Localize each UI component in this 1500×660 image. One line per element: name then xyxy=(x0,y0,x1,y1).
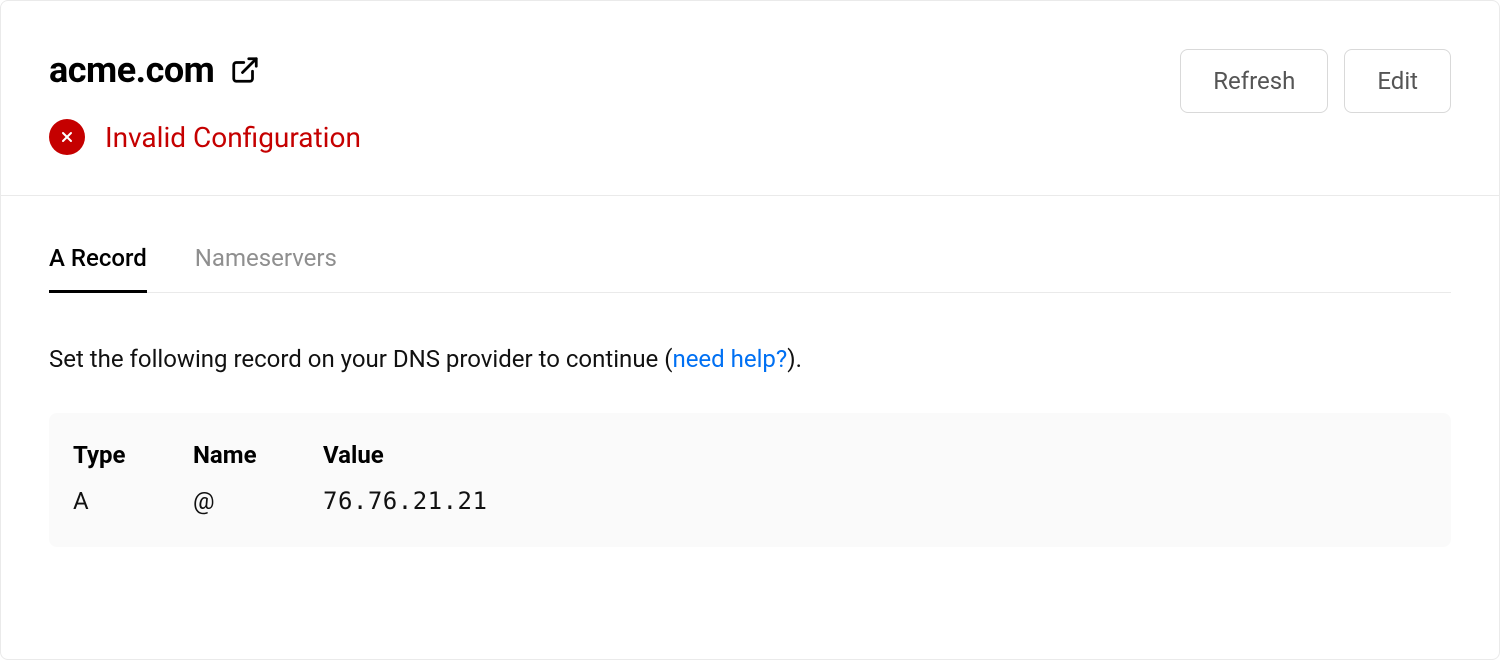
dns-record-box: Type Name Value A @ 76.76.21.21 xyxy=(49,413,1451,547)
dns-record-grid: Type Name Value A @ 76.76.21.21 xyxy=(73,441,1427,515)
card-header: acme.com Invalid Configuration xyxy=(1,1,1499,196)
instruction-post: ). xyxy=(787,345,802,373)
instruction-text: Set the following record on your DNS pro… xyxy=(49,341,1451,377)
domain-config-card: acme.com Invalid Configuration xyxy=(0,0,1500,660)
col-header-name: Name xyxy=(193,441,323,469)
status-row: Invalid Configuration xyxy=(49,119,361,155)
record-name: @ xyxy=(193,487,323,515)
col-header-type: Type xyxy=(73,441,193,469)
header-left: acme.com Invalid Configuration xyxy=(49,49,361,155)
tab-nameservers[interactable]: Nameservers xyxy=(195,244,337,293)
error-icon xyxy=(49,119,85,155)
edit-button[interactable]: Edit xyxy=(1344,49,1451,113)
external-link-icon[interactable] xyxy=(230,55,260,85)
title-row: acme.com xyxy=(49,49,361,91)
need-help-link[interactable]: need help? xyxy=(672,345,787,373)
tab-a-record[interactable]: A Record xyxy=(49,244,147,293)
instruction-pre: Set the following record on your DNS pro… xyxy=(49,345,672,373)
refresh-button[interactable]: Refresh xyxy=(1180,49,1328,113)
tabs: A Record Nameservers xyxy=(49,196,1451,293)
col-header-value: Value xyxy=(323,441,1427,469)
card-body: A Record Nameservers Set the following r… xyxy=(1,196,1499,595)
header-actions: Refresh Edit xyxy=(1180,49,1451,113)
record-value: 76.76.21.21 xyxy=(323,487,1427,515)
record-type: A xyxy=(73,487,193,515)
status-text: Invalid Configuration xyxy=(105,121,361,154)
domain-title: acme.com xyxy=(49,49,214,91)
